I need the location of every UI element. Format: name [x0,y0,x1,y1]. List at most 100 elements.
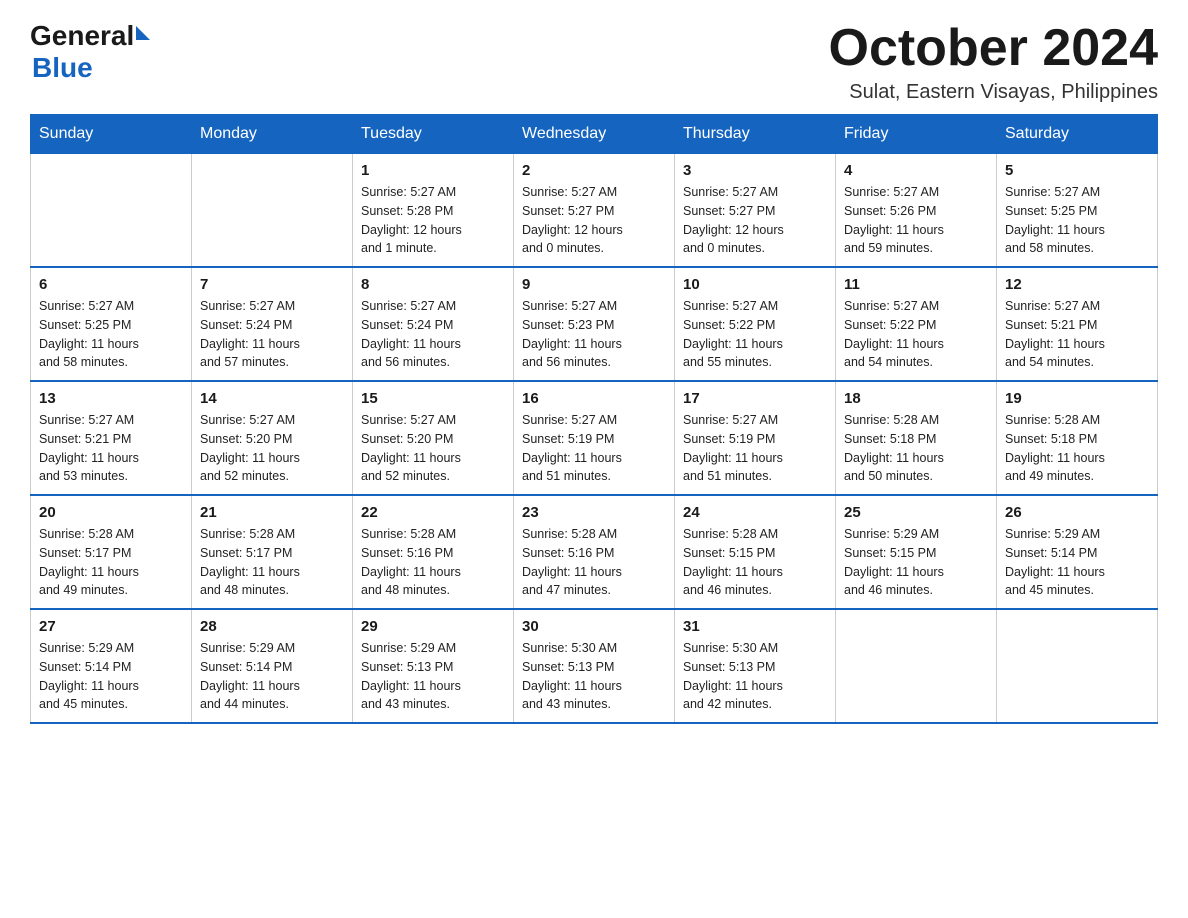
day-number: 8 [361,276,505,293]
calendar-cell: 15 Sunrise: 5:27 AM Sunset: 5:20 PM Dayli… [353,381,514,495]
day-info: Sunrise: 5:27 AM Sunset: 5:25 PM Dayligh… [39,297,183,372]
day-info: Sunrise: 5:27 AM Sunset: 5:23 PM Dayligh… [522,297,666,372]
weekday-header-monday: Monday [192,115,353,154]
weekday-header-tuesday: Tuesday [353,115,514,154]
day-info: Sunrise: 5:27 AM Sunset: 5:22 PM Dayligh… [844,297,988,372]
week-row-5: 27 Sunrise: 5:29 AM Sunset: 5:14 PM Dayli… [31,609,1158,723]
calendar-cell: 16 Sunrise: 5:27 AM Sunset: 5:19 PM Dayli… [514,381,675,495]
day-number: 26 [1005,504,1149,521]
day-info: Sunrise: 5:28 AM Sunset: 5:18 PM Dayligh… [1005,411,1149,486]
day-info: Sunrise: 5:29 AM Sunset: 5:14 PM Dayligh… [1005,525,1149,600]
calendar-cell [31,154,192,268]
calendar-cell: 5 Sunrise: 5:27 AM Sunset: 5:25 PM Daylig… [997,154,1158,268]
weekday-header-saturday: Saturday [997,115,1158,154]
day-number: 13 [39,390,183,407]
calendar-cell: 7 Sunrise: 5:27 AM Sunset: 5:24 PM Daylig… [192,267,353,381]
day-number: 7 [200,276,344,293]
weekday-header-sunday: Sunday [31,115,192,154]
calendar-cell: 25Sunrise: 5:29 AM Sunset: 5:15 PM Dayli… [836,495,997,609]
day-info: Sunrise: 5:27 AM Sunset: 5:27 PM Dayligh… [683,183,827,258]
day-info: Sunrise: 5:27 AM Sunset: 5:24 PM Dayligh… [200,297,344,372]
week-row-4: 20 Sunrise: 5:28 AM Sunset: 5:17 PM Dayli… [31,495,1158,609]
day-number: 17 [683,390,827,407]
calendar-cell [997,609,1158,723]
logo-arrow-icon [136,26,150,40]
day-info: Sunrise: 5:28 AM Sunset: 5:16 PM Dayligh… [522,525,666,600]
day-number: 27 [39,618,183,635]
day-number: 14 [200,390,344,407]
day-number: 30 [522,618,666,635]
day-number: 11 [844,276,988,293]
day-info: Sunrise: 5:29 AM Sunset: 5:14 PM Dayligh… [39,639,183,714]
weekday-header-wednesday: Wednesday [514,115,675,154]
day-info: Sunrise: 5:27 AM Sunset: 5:20 PM Dayligh… [200,411,344,486]
day-number: 16 [522,390,666,407]
calendar-cell: 11 Sunrise: 5:27 AM Sunset: 5:22 PM Dayli… [836,267,997,381]
day-number: 23 [522,504,666,521]
day-info: Sunrise: 5:29 AM Sunset: 5:14 PM Dayligh… [200,639,344,714]
day-number: 28 [200,618,344,635]
day-number: 4 [844,162,988,179]
day-info: Sunrise: 5:28 AM Sunset: 5:17 PM Dayligh… [39,525,183,600]
day-number: 25 [844,504,988,521]
day-number: 18 [844,390,988,407]
calendar-cell: 30 Sunrise: 5:30 AM Sunset: 5:13 PM Dayli… [514,609,675,723]
day-info: Sunrise: 5:27 AM Sunset: 5:20 PM Dayligh… [361,411,505,486]
location-title: Sulat, Eastern Visayas, Philippines [829,81,1159,104]
week-row-2: 6 Sunrise: 5:27 AM Sunset: 5:25 PM Daylig… [31,267,1158,381]
day-number: 5 [1005,162,1149,179]
weekday-header-thursday: Thursday [675,115,836,154]
day-info: Sunrise: 5:27 AM Sunset: 5:21 PM Dayligh… [1005,297,1149,372]
day-number: 20 [39,504,183,521]
day-info: Sunrise: 5:27 AM Sunset: 5:19 PM Dayligh… [683,411,827,486]
calendar-cell: 31Sunrise: 5:30 AM Sunset: 5:13 PM Dayli… [675,609,836,723]
calendar-cell: 19Sunrise: 5:28 AM Sunset: 5:18 PM Dayli… [997,381,1158,495]
day-number: 24 [683,504,827,521]
day-info: Sunrise: 5:27 AM Sunset: 5:26 PM Dayligh… [844,183,988,258]
day-number: 3 [683,162,827,179]
day-info: Sunrise: 5:28 AM Sunset: 5:16 PM Dayligh… [361,525,505,600]
day-number: 10 [683,276,827,293]
calendar-cell: 4 Sunrise: 5:27 AM Sunset: 5:26 PM Daylig… [836,154,997,268]
day-info: Sunrise: 5:27 AM Sunset: 5:25 PM Dayligh… [1005,183,1149,258]
week-row-1: 1 Sunrise: 5:27 AM Sunset: 5:28 PM Daylig… [31,154,1158,268]
weekday-header-row: SundayMondayTuesdayWednesdayThursdayFrid… [31,115,1158,154]
calendar-cell: 6 Sunrise: 5:27 AM Sunset: 5:25 PM Daylig… [31,267,192,381]
day-info: Sunrise: 5:27 AM Sunset: 5:27 PM Dayligh… [522,183,666,258]
day-info: Sunrise: 5:30 AM Sunset: 5:13 PM Dayligh… [522,639,666,714]
day-info: Sunrise: 5:27 AM Sunset: 5:24 PM Dayligh… [361,297,505,372]
logo-blue: Blue [32,52,150,84]
day-number: 1 [361,162,505,179]
title-block: October 2024 Sulat, Eastern Visayas, Phi… [829,20,1159,104]
calendar-cell: 9 Sunrise: 5:27 AM Sunset: 5:23 PM Daylig… [514,267,675,381]
day-info: Sunrise: 5:28 AM Sunset: 5:18 PM Dayligh… [844,411,988,486]
calendar-cell: 20 Sunrise: 5:28 AM Sunset: 5:17 PM Dayli… [31,495,192,609]
calendar-cell: 21Sunrise: 5:28 AM Sunset: 5:17 PM Dayli… [192,495,353,609]
day-number: 22 [361,504,505,521]
day-number: 6 [39,276,183,293]
weekday-header-friday: Friday [836,115,997,154]
day-number: 21 [200,504,344,521]
day-number: 12 [1005,276,1149,293]
calendar-cell: 13 Sunrise: 5:27 AM Sunset: 5:21 PM Dayli… [31,381,192,495]
calendar-cell: 22 Sunrise: 5:28 AM Sunset: 5:16 PM Dayli… [353,495,514,609]
calendar-cell: 27 Sunrise: 5:29 AM Sunset: 5:14 PM Dayli… [31,609,192,723]
day-info: Sunrise: 5:27 AM Sunset: 5:21 PM Dayligh… [39,411,183,486]
day-number: 29 [361,618,505,635]
week-row-3: 13 Sunrise: 5:27 AM Sunset: 5:21 PM Dayli… [31,381,1158,495]
calendar-cell: 29 Sunrise: 5:29 AM Sunset: 5:13 PM Dayli… [353,609,514,723]
day-info: Sunrise: 5:27 AM Sunset: 5:28 PM Dayligh… [361,183,505,258]
calendar-cell: 18 Sunrise: 5:28 AM Sunset: 5:18 PM Dayli… [836,381,997,495]
day-info: Sunrise: 5:27 AM Sunset: 5:19 PM Dayligh… [522,411,666,486]
calendar-cell: 28 Sunrise: 5:29 AM Sunset: 5:14 PM Dayli… [192,609,353,723]
month-title: October 2024 [829,20,1159,77]
calendar-cell [192,154,353,268]
calendar-cell: 17 Sunrise: 5:27 AM Sunset: 5:19 PM Dayli… [675,381,836,495]
day-number: 15 [361,390,505,407]
calendar-cell: 12 Sunrise: 5:27 AM Sunset: 5:21 PM Dayli… [997,267,1158,381]
calendar-cell [836,609,997,723]
calendar-cell: 14 Sunrise: 5:27 AM Sunset: 5:20 PM Dayli… [192,381,353,495]
day-number: 9 [522,276,666,293]
day-info: Sunrise: 5:29 AM Sunset: 5:13 PM Dayligh… [361,639,505,714]
logo-general: General [30,20,134,52]
